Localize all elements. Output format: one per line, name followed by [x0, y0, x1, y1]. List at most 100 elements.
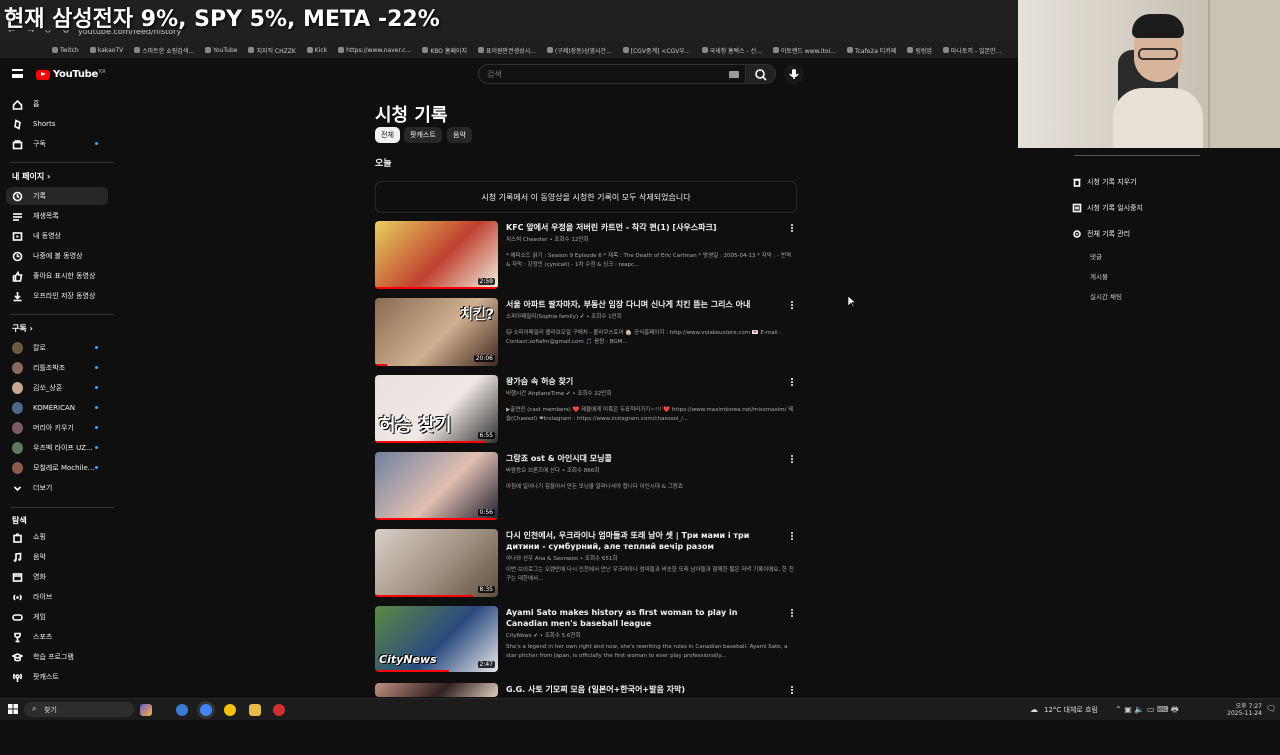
recorder-icon[interactable] [273, 704, 285, 716]
sidebar-item-channel[interactable]: 칼로 [6, 339, 108, 357]
posts-link[interactable]: 게시물 [1090, 271, 1108, 281]
video-thumbnail[interactable] [375, 683, 498, 697]
bookmark-item[interactable]: https://www.naver.c... [338, 47, 411, 54]
bookmark-item[interactable]: Kick [306, 47, 327, 54]
pause-history-button[interactable]: 시청 기록 일시중지 [1072, 203, 1143, 213]
more-actions-icon[interactable] [788, 608, 796, 618]
sidebar-item-movies[interactable]: 영화 [6, 568, 108, 586]
bookmark-item[interactable]: (구제)장동)상영시간... [546, 46, 612, 55]
manage-history-button[interactable]: 전체 기록 관리 [1072, 229, 1130, 239]
sidebar-item-channel[interactable]: 모칠레로 Mochile... [6, 459, 108, 477]
chip-podcast[interactable]: 팟캐스트 [404, 127, 442, 143]
tray-icons[interactable]: ⌃ ▣ 🔈 ▭ ⌨ 🖶 [1115, 704, 1179, 718]
more-actions-icon[interactable] [788, 377, 796, 387]
video-title[interactable]: 그랑죠 ost & 아인시대 모닝콜 [506, 453, 776, 464]
video-channel-meta[interactable]: 아나와 선우 Ana & Seonwoo • 조회수 651회 [506, 554, 617, 562]
bookmark-item[interactable]: Twitch [52, 47, 79, 54]
bookmark-item[interactable]: 치지직 CHZZK [248, 46, 296, 55]
video-title[interactable]: 왕가슴 속 허승 찾기 [506, 376, 776, 387]
video-row[interactable]: CityNews 2:47 Ayami Sato makes history as … [375, 606, 797, 678]
video-thumbnail[interactable]: 치킨? 20:06 [375, 298, 498, 366]
sidebar-item-channel[interactable]: 김쏘_상훈 [6, 379, 108, 397]
chip-all[interactable]: 전체 [375, 127, 400, 143]
bookmark-item[interactable]: 링링업 [907, 46, 932, 55]
video-title[interactable]: Ayami Sato makes history as first woman … [506, 607, 776, 629]
sidebar-item-watch-later[interactable]: 나중에 볼 동영상 [6, 247, 108, 265]
video-row[interactable]: 8:35 다시 인천에서, 우크라이나 엄마들과 또래 남아 셋 | Три ма… [375, 529, 797, 601]
video-title[interactable]: 다시 인천에서, 우크라이나 엄마들과 또래 남아 셋 | Три мами і… [506, 530, 776, 552]
sidebar-item-channel[interactable]: 리틀조박조 [6, 359, 108, 377]
subscriptions-header[interactable]: 구독 › [12, 323, 33, 334]
sidebar-item-subscriptions[interactable]: 구독 [6, 135, 108, 153]
sidebar-item-learning[interactable]: 학습 프로그램 [6, 648, 108, 666]
bookmark-item[interactable]: [CGV중계] <CGV우... [622, 46, 691, 55]
chip-music[interactable]: 음악 [447, 127, 472, 143]
bookmark-item[interactable]: 마나토끼 - 일본만... [942, 46, 1001, 55]
windows-start-icon[interactable] [8, 704, 18, 714]
video-thumbnail[interactable]: 0:56 [375, 452, 498, 520]
video-channel-meta[interactable]: 바람등오 브론즈에 산다 • 조회수 866회 [506, 466, 599, 474]
sidebar-item-channel[interactable]: 머리아 키우기 [6, 419, 108, 437]
sidebar-item-podcasts[interactable]: 팟캐스트 [6, 668, 108, 686]
sidebar-item-my-videos[interactable]: 내 동영상 [6, 227, 108, 245]
my-page-header[interactable]: 내 페이지 › [12, 171, 50, 182]
weather-text[interactable]: 12°C 대체로 흐림 [1044, 705, 1098, 715]
more-actions-icon[interactable] [788, 223, 796, 233]
sidebar-item-downloads[interactable]: 오프라인 저장 동영상 [6, 287, 108, 305]
clear-history-button[interactable]: 시청 기록 지우기 [1072, 177, 1137, 187]
search-input[interactable] [487, 68, 707, 80]
sidebar-item-live[interactable]: 라이브 [6, 588, 108, 606]
more-actions-icon[interactable] [788, 454, 796, 464]
app-icon-yellow[interactable] [224, 704, 236, 716]
menu-icon[interactable] [12, 69, 23, 78]
sidebar-item-shorts[interactable]: Shorts [6, 115, 108, 133]
sidebar-item-liked-videos[interactable]: 좋아요 표시한 동영상 [6, 267, 108, 285]
edge-icon[interactable] [176, 704, 188, 716]
chrome-icon[interactable] [200, 704, 212, 716]
sidebar-item-playlists[interactable]: 재생목록 [6, 207, 108, 225]
taskbar-search[interactable]: ⌕ 찾기 [24, 702, 134, 717]
bookmark-item[interactable]: 국세청 홈택스 - 신... [701, 46, 762, 55]
more-actions-icon[interactable] [788, 531, 796, 541]
live-chat-link[interactable]: 실시간 채팅 [1090, 291, 1122, 301]
explore-header[interactable]: 탐색 [12, 515, 27, 526]
bookmark-item[interactable]: 표이원판권생성시... [477, 46, 536, 55]
video-title[interactable]: 서울 아파트 팔자마자, 부동산 임장 다니며 신나게 치킨 뜯는 그리스 아내 [506, 299, 776, 310]
video-channel-meta[interactable]: 치스쳐 Cheester • 조회수 12만회 [506, 235, 588, 243]
video-thumbnail[interactable]: 허승 찾기 6:55 [375, 375, 498, 443]
video-channel-meta[interactable]: 비행시간 AirplaneTime ✔ • 조회수 22만회 [506, 389, 611, 397]
clock-date[interactable]: 2025-11-24 [1214, 710, 1262, 717]
sidebar-item-sports[interactable]: 스포츠 [6, 628, 108, 646]
clock-time[interactable]: 오후 7:27 [1218, 701, 1262, 710]
copilot-icon[interactable] [140, 704, 152, 716]
bookmark-item[interactable]: Tcafe2a 티카페 [846, 46, 896, 55]
video-thumbnail[interactable]: 8:35 [375, 529, 498, 597]
sidebar-item-gaming[interactable]: 게임 [6, 608, 108, 626]
file-explorer-icon[interactable] [249, 704, 261, 716]
more-actions-icon[interactable] [788, 300, 796, 310]
history-search-input[interactable] [1074, 155, 1200, 156]
sidebar-item-channel[interactable]: 우즈벡 라이프 UZ... [6, 439, 108, 457]
video-row[interactable]: 허승 찾기 6:55 왕가슴 속 허승 찾기비행시간 AirplaneTime ✔ … [375, 375, 797, 447]
sidebar-item-history[interactable]: 기록 [6, 187, 108, 205]
video-channel-meta[interactable]: 소피아패밀리(Sophia family) ✔ • 조회수 1만회 [506, 312, 622, 320]
comments-link[interactable]: 댓글 [1090, 251, 1102, 261]
video-row[interactable]: 0:56 그랑죠 ost & 아인시대 모닝콜바람등오 브론즈에 산다 • 조회수… [375, 452, 797, 524]
voice-search-button[interactable] [784, 64, 804, 84]
keyboard-icon[interactable] [729, 71, 739, 78]
bookmark-item[interactable]: 이토랜드 www.itoi... [772, 46, 836, 55]
more-actions-icon[interactable] [788, 685, 796, 695]
sidebar-item-channel[interactable]: KOMERICAN [6, 399, 108, 417]
sidebar-item-show-more[interactable]: 더보기 [6, 479, 108, 497]
sidebar-item-shopping[interactable]: 쇼핑 [6, 528, 108, 546]
bookmark-item[interactable]: YouTube [205, 47, 237, 54]
notification-icon[interactable]: 🗨 [1266, 704, 1276, 713]
video-row[interactable]: 2:59 KFC 앞에서 우정을 저버린 카트먼 - 착각 편(1) [사우스파크… [375, 221, 797, 293]
bookmark-item[interactable]: 스마트한 쇼핑검색... [134, 46, 194, 55]
search-button[interactable] [746, 64, 776, 84]
video-title[interactable]: KFC 앞에서 우정을 저버린 카트먼 - 착각 편(1) [사우스파크] [506, 222, 776, 233]
video-title[interactable]: G.G. 사토 기모찌 모음 (일본어+한국어+발음 자막) [506, 684, 776, 695]
video-thumbnail[interactable]: CityNews 2:47 [375, 606, 498, 672]
video-row[interactable]: 치킨? 20:06 서울 아파트 팔자마자, 부동산 임장 다니며 신나게 치킨 뜯… [375, 298, 797, 370]
youtube-logo[interactable]: YouTube KR [36, 69, 106, 80]
